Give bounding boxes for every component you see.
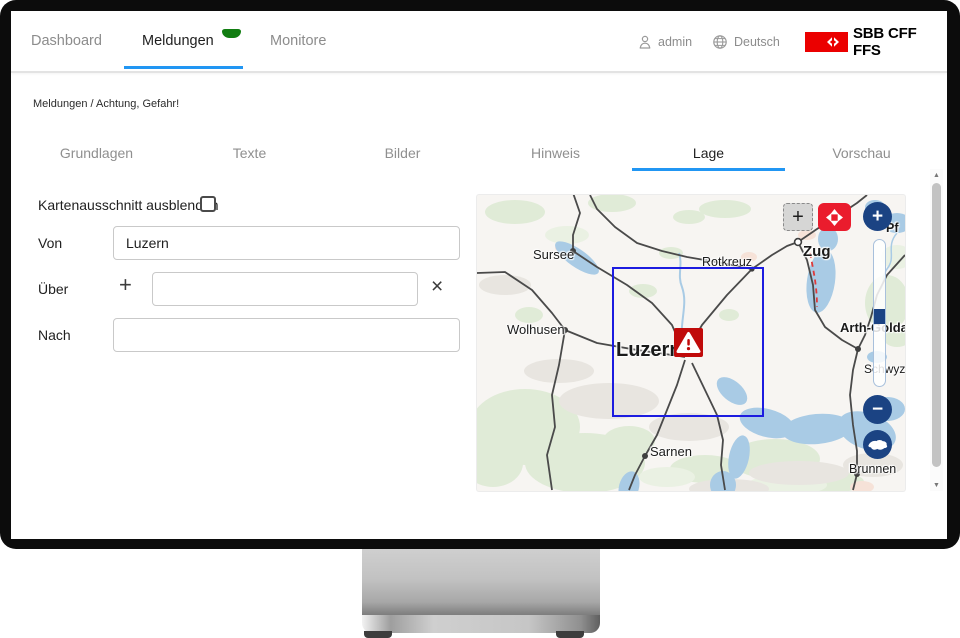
map-label-sarnen: Sarnen bbox=[650, 444, 692, 459]
monitor-foot bbox=[556, 631, 584, 638]
sbb-logo-icon bbox=[805, 32, 848, 52]
user-icon bbox=[637, 34, 653, 50]
tab-vorschau[interactable]: Vorschau bbox=[785, 137, 938, 171]
breadcrumb[interactable]: Meldungen / Achtung, Gefahr! bbox=[33, 98, 179, 110]
language-label: Deutsch bbox=[734, 35, 780, 49]
tab-bar: Grundlagen Texte Bilder Hinweis Lage Vor… bbox=[20, 137, 938, 171]
scrollbar-thumb[interactable] bbox=[932, 183, 941, 467]
nav-item-monitore[interactable]: Monitore bbox=[270, 11, 326, 71]
tab-lage[interactable]: Lage bbox=[632, 137, 785, 171]
reset-extent-switzerland-button[interactable] bbox=[863, 430, 892, 459]
screen: Dashboard Meldungen Monitore admin Deuts… bbox=[11, 11, 947, 539]
tab-hinweis[interactable]: Hinweis bbox=[479, 137, 632, 171]
von-label: Von bbox=[38, 235, 62, 251]
tab-texte[interactable]: Texte bbox=[173, 137, 326, 171]
zoom-slider-handle[interactable] bbox=[874, 309, 885, 324]
map-add-tool-button[interactable]: + bbox=[783, 203, 813, 231]
zoom-out-button[interactable]: − bbox=[863, 395, 892, 424]
ueber-input[interactable] bbox=[152, 272, 418, 306]
user-menu[interactable]: admin bbox=[637, 11, 692, 73]
top-nav: Dashboard Meldungen Monitore admin Deuts… bbox=[11, 11, 947, 73]
map-label-sursee: Sursee bbox=[533, 247, 574, 262]
globe-icon bbox=[712, 34, 728, 50]
brand-name: SBB CFF FFS bbox=[853, 11, 947, 73]
map-canvas[interactable]: Sursee Wolhusen Rotkreuz Zug Luzern Arth… bbox=[477, 195, 905, 491]
monitor-stand bbox=[362, 549, 600, 615]
tab-bilder[interactable]: Bilder bbox=[326, 137, 479, 171]
map-label-zug: Zug bbox=[803, 243, 831, 260]
page: Dashboard Meldungen Monitore admin Deuts… bbox=[0, 0, 960, 638]
monitor-foot bbox=[364, 631, 392, 638]
ueber-label: Über bbox=[38, 281, 68, 297]
tab-grundlagen[interactable]: Grundlagen bbox=[20, 137, 173, 171]
language-menu[interactable]: Deutsch bbox=[712, 11, 780, 73]
von-input[interactable] bbox=[113, 226, 460, 260]
content-scrollbar: ▲ ▼ bbox=[930, 169, 943, 491]
clear-via-button[interactable]: × bbox=[431, 277, 443, 297]
map-label-brunnen: Brunnen bbox=[849, 462, 896, 476]
nach-label: Nach bbox=[38, 327, 71, 343]
scrollbar-up-arrow[interactable]: ▲ bbox=[930, 169, 943, 181]
pan-arrows-icon bbox=[826, 209, 843, 226]
map-pan-tool-button[interactable] bbox=[818, 203, 851, 231]
scrollbar-down-arrow[interactable]: ▼ bbox=[930, 479, 943, 491]
meldungen-badge-icon bbox=[222, 29, 241, 38]
nav-item-meldungen[interactable]: Meldungen bbox=[142, 11, 214, 71]
zoom-in-button[interactable]: + bbox=[863, 202, 892, 231]
hide-map-label: Kartenausschnitt ausblenden bbox=[38, 197, 219, 213]
hide-map-checkbox[interactable] bbox=[200, 196, 216, 212]
switzerland-icon bbox=[867, 438, 889, 452]
warning-marker-icon[interactable] bbox=[674, 328, 703, 357]
user-name: admin bbox=[658, 35, 692, 49]
map-label-wolhusen: Wolhusen bbox=[507, 322, 565, 337]
add-via-button[interactable]: + bbox=[119, 275, 132, 295]
nach-input[interactable] bbox=[113, 318, 460, 352]
nav-active-underline bbox=[124, 66, 243, 69]
nav-item-dashboard[interactable]: Dashboard bbox=[31, 11, 102, 71]
